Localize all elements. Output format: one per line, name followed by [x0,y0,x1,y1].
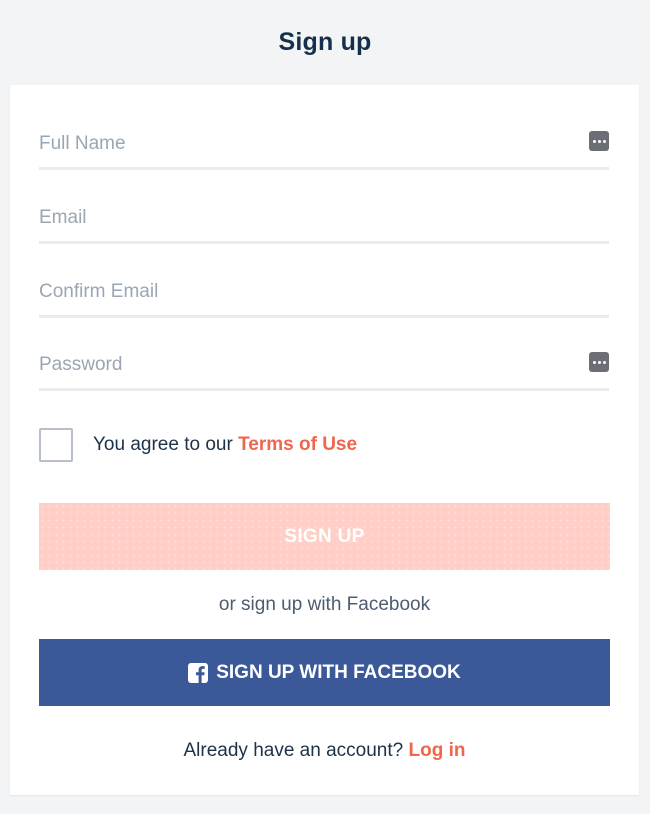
full-name-input[interactable] [39,133,559,155]
password-input[interactable] [39,354,559,376]
terms-of-use-link[interactable]: Terms of Use [238,434,357,455]
email-field [39,195,609,244]
facebook-signup-button[interactable]: SIGN UP WITH FACEBOOK [39,639,610,706]
login-prompt: Already have an account? Log in [10,740,639,762]
facebook-signup-label: SIGN UP WITH FACEBOOK [216,661,461,683]
terms-label: You agree to our Terms of Use [93,434,357,456]
terms-checkbox[interactable] [39,428,73,462]
password-field [39,342,609,391]
sign-up-button[interactable]: SIGN UP [39,503,610,570]
confirm-email-field [39,269,609,318]
confirm-email-input[interactable] [39,281,559,303]
email-input[interactable] [39,207,559,229]
password-manager-icon[interactable] [589,131,609,151]
login-prompt-text: Already have an account? [183,740,409,761]
full-name-field [39,121,609,170]
page-title: Sign up [278,28,372,56]
facebook-divider-text: or sign up with Facebook [218,594,431,615]
terms-prefix: You agree to our [93,434,239,455]
facebook-icon [188,662,209,683]
signup-card: You agree to our Terms of Use SIGN UP or… [10,85,639,795]
password-manager-icon[interactable] [589,352,609,372]
log-in-link[interactable]: Log in [409,740,466,761]
